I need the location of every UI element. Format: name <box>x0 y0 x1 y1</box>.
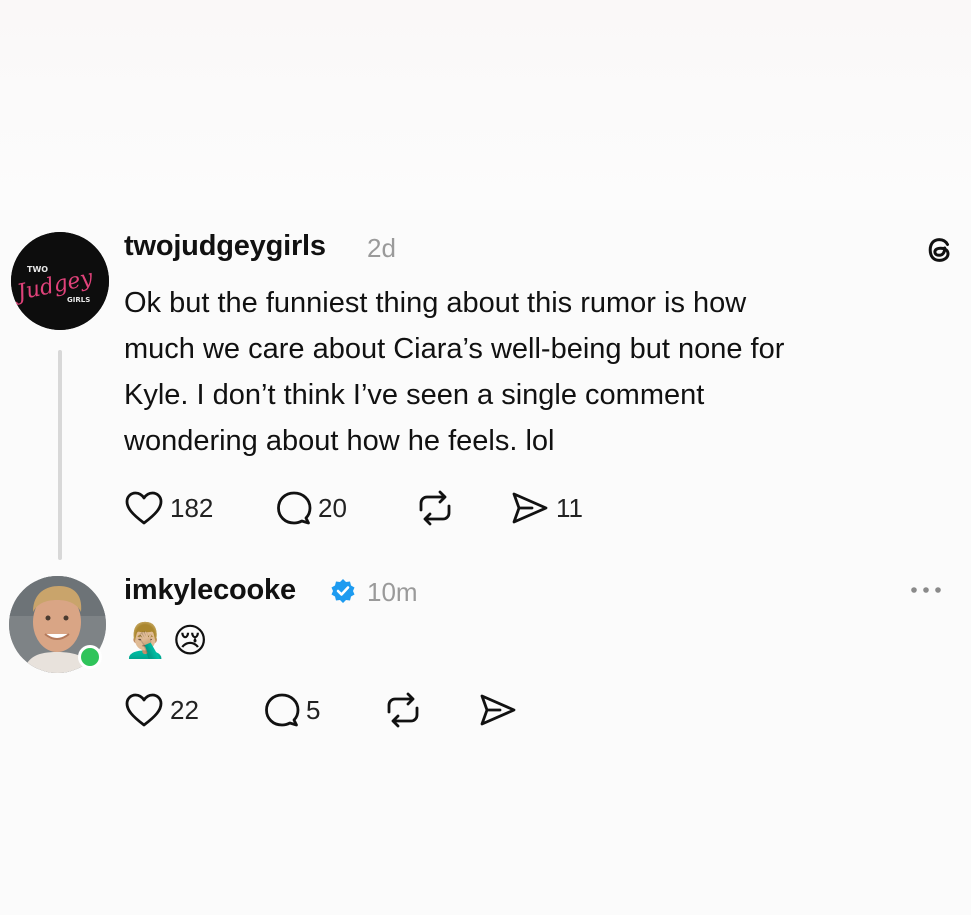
like-count: 182 <box>170 492 214 523</box>
share-button[interactable] <box>478 690 518 730</box>
threads-icon[interactable] <box>922 232 958 268</box>
comment-icon <box>265 693 300 727</box>
post-text-line: much we care about Ciara’s well-being bu… <box>124 333 785 365</box>
like-button[interactable]: 22 <box>124 690 199 730</box>
repost-icon <box>387 692 419 728</box>
facepalm-emoji: 🤦🏼‍♂️ <box>124 622 167 660</box>
avatar[interactable]: TWO Judgey GIRLS <box>11 232 109 330</box>
like-button[interactable]: 182 <box>124 488 213 528</box>
post-text-line: Ok but the funniest thing about this rum… <box>124 287 747 319</box>
verified-badge-icon <box>330 578 356 604</box>
heart-icon <box>125 693 163 727</box>
repost-icon <box>419 490 451 526</box>
post-text: Ok but the funniest thing about this rum… <box>124 280 944 464</box>
timestamp[interactable]: 2d <box>367 233 396 264</box>
logo-top-text: TWO <box>27 265 48 274</box>
send-icon <box>480 694 516 726</box>
two-judgey-girls-logo: TWO Judgey GIRLS <box>11 232 109 330</box>
reply-button[interactable]: 5 <box>264 690 320 730</box>
reply-button[interactable]: 20 <box>276 488 347 528</box>
like-count: 22 <box>170 694 199 725</box>
share-button[interactable]: 11 <box>510 488 583 528</box>
post-text-line: Kyle. I don’t think I’ve seen a single c… <box>124 379 705 411</box>
username[interactable]: twojudgeygirls <box>124 230 326 263</box>
repost-button[interactable] <box>381 690 425 730</box>
online-status-dot <box>78 645 102 669</box>
send-icon <box>512 492 548 524</box>
heart-icon <box>125 491 163 525</box>
username[interactable]: imkylecooke <box>124 574 296 607</box>
timestamp[interactable]: 10m <box>367 577 418 608</box>
repost-button[interactable] <box>413 488 457 528</box>
share-count: 11 <box>556 492 583 523</box>
more-options-icon[interactable] <box>906 580 946 600</box>
reply-text: 🤦🏼‍♂️ 😢 <box>124 618 208 664</box>
post-text-line: wondering about how he feels. lol <box>124 425 555 457</box>
comment-icon <box>277 491 312 525</box>
comment-count: 5 <box>306 694 321 725</box>
comment-count: 20 <box>318 492 347 523</box>
thread-line <box>58 350 62 560</box>
top-blank-area <box>0 0 971 210</box>
crying-emoji: 😢 <box>172 622 208 660</box>
logo-bottom-text: GIRLS <box>67 296 90 304</box>
screenshot-frame: TWO Judgey GIRLS twojudgeygirls 2d Ok bu… <box>0 0 971 915</box>
